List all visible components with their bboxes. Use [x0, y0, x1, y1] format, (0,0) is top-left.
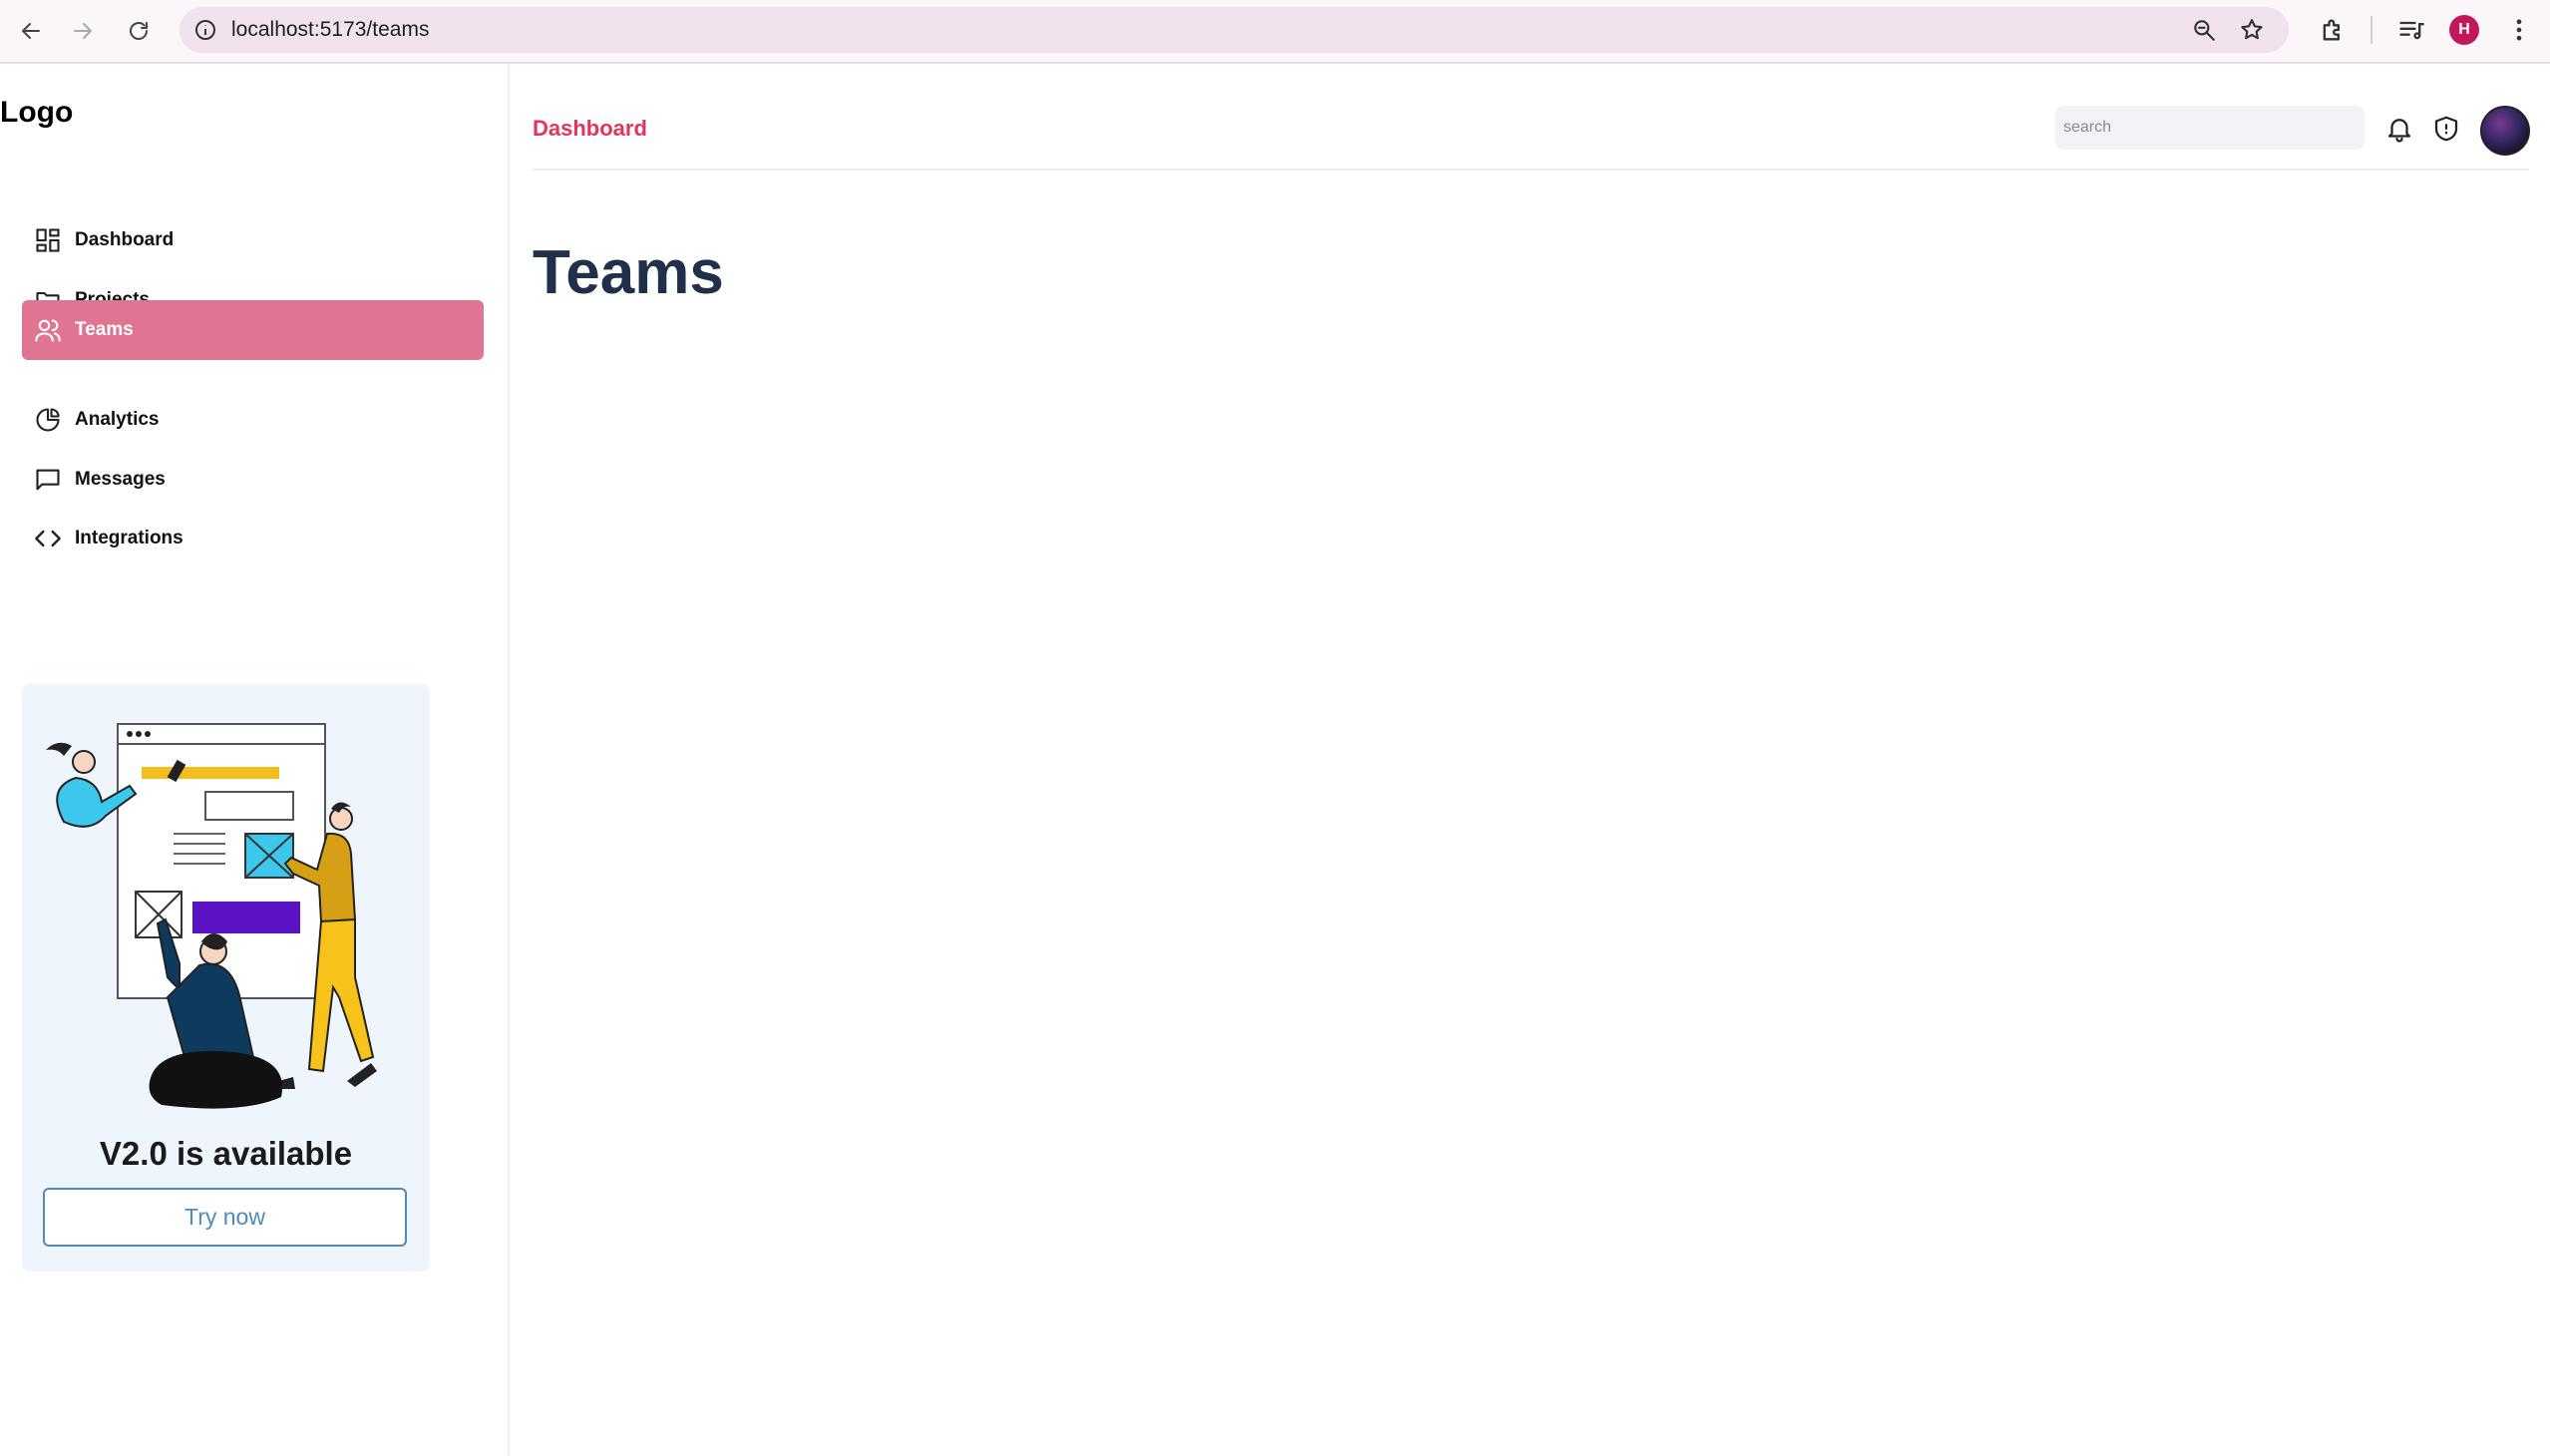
browser-toolbar: localhost:5173/teams H [0, 0, 2550, 64]
code-icon [34, 525, 62, 552]
search-input[interactable] [2055, 106, 2365, 150]
zoom-icon[interactable] [2191, 17, 2217, 43]
sidebar-item-label: Analytics [75, 409, 160, 430]
logo[interactable]: Logo [0, 96, 73, 130]
page-title: Teams [533, 238, 724, 307]
sidebar-item-messages[interactable]: Messages [22, 450, 484, 510]
arrow-left-icon [22, 23, 40, 39]
shield-icon[interactable] [2431, 114, 2461, 144]
team-collaboration-illustration [46, 723, 377, 1109]
reload-icon [130, 22, 148, 40]
arrow-right-icon [74, 23, 92, 39]
forward-button[interactable] [66, 14, 100, 48]
sidebar: Logo Dashboard Projects Teams Analytics … [0, 64, 510, 1456]
sidebar-item-integrations[interactable]: Integrations [22, 509, 484, 568]
sidebar-item-teams[interactable]: Teams [22, 300, 484, 360]
url-text[interactable]: localhost:5173/teams [231, 18, 429, 42]
promo-title: V2.0 is available [99, 1135, 353, 1172]
reload-button[interactable] [122, 14, 156, 48]
sidebar-item-dashboard[interactable]: Dashboard [22, 210, 484, 270]
upgrade-promo-card: V2.0 is available Try now [22, 684, 430, 1272]
message-icon [34, 466, 62, 494]
users-icon [34, 316, 62, 344]
sidebar-item-label: Teams [75, 319, 134, 340]
sidebar-item-label: Dashboard [75, 229, 175, 250]
extensions-puzzle-icon[interactable] [2319, 16, 2347, 44]
pie-chart-icon [34, 406, 62, 434]
try-now-button[interactable]: Try now [43, 1188, 407, 1247]
sidebar-item-label: Messages [75, 469, 166, 490]
back-button[interactable] [14, 14, 48, 48]
dashboard-grid-icon [34, 226, 62, 254]
bookmark-star-icon[interactable] [2239, 17, 2265, 43]
toolbar-separator [2370, 16, 2372, 44]
address-bar[interactable]: localhost:5173/teams [180, 7, 2289, 53]
sidebar-item-analytics[interactable]: Analytics [22, 390, 484, 450]
top-header: Dashboard [533, 64, 2530, 171]
user-avatar[interactable] [2480, 106, 2530, 156]
more-vertical-icon[interactable] [2505, 16, 2533, 44]
profile-avatar-button[interactable]: H [2449, 15, 2479, 45]
bell-icon[interactable] [2384, 114, 2414, 144]
breadcrumb[interactable]: Dashboard [533, 116, 647, 142]
media-queue-icon[interactable] [2397, 16, 2425, 44]
site-info-icon[interactable] [193, 18, 217, 42]
sidebar-item-label: Integrations [75, 528, 183, 548]
